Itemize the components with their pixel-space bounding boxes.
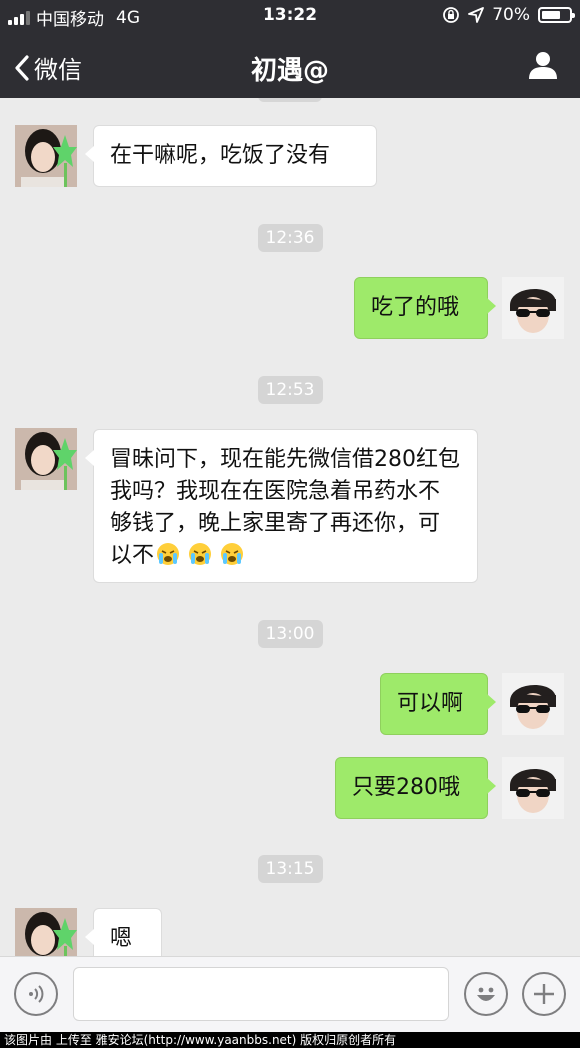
message-text: 可以啊 xyxy=(397,691,464,716)
timestamp: 13:15 xyxy=(0,855,580,883)
timestamp: 12:36 xyxy=(0,224,580,252)
message-bubble-incoming[interactable]: 嗯 xyxy=(85,908,162,956)
message-bubble-incoming[interactable]: 冒昧问下，现在能先微信借280红包我吗？我现在在医院急着吊药水不够钱了，晚上家里… xyxy=(85,429,478,583)
message-text: 在干嘛呢，吃饭了没有 xyxy=(110,143,331,168)
smiley-icon xyxy=(477,987,495,1001)
chat-area[interactable]: 在干嘛呢，吃饭了没有 12:36 吃了的哦 12:53 冒昧问下，现在能先微信借… xyxy=(0,98,580,956)
timestamp: 12:53 xyxy=(0,376,580,404)
timestamp-text: 12:36 xyxy=(257,224,323,252)
crying-face-emoji xyxy=(156,542,246,576)
timestamp-text: 12:53 xyxy=(257,376,323,404)
message-input[interactable] xyxy=(73,967,449,1021)
message-bubble-outgoing[interactable]: 吃了的哦 xyxy=(354,277,496,339)
voice-icon xyxy=(29,985,44,1003)
previous-timestamp-pill xyxy=(258,98,322,102)
timestamp-text: 13:00 xyxy=(257,620,323,648)
location-icon xyxy=(468,7,485,23)
my-avatar[interactable] xyxy=(502,757,564,819)
plus-icon xyxy=(534,984,554,1004)
person-icon xyxy=(529,52,557,79)
my-avatar[interactable] xyxy=(502,673,564,735)
input-toolbar xyxy=(0,956,580,1032)
top-bar: 中国移动 4G 13:22 70% 微信 初遇@ xyxy=(0,0,580,98)
voice-button[interactable] xyxy=(14,972,58,1016)
contact-avatar[interactable] xyxy=(15,428,77,490)
battery-percent: 70% xyxy=(492,5,530,25)
watermark-footer: 该图片由 上传至 雅安论坛(http://www.yaanbbs.net) 版权… xyxy=(0,1032,580,1048)
message-text: 吃了的哦 xyxy=(371,295,460,320)
status-bar: 中国移动 4G 13:22 70% xyxy=(0,0,580,32)
more-button[interactable] xyxy=(522,972,566,1016)
message-text: 嗯 xyxy=(110,926,133,951)
message-bubble-incoming[interactable]: 在干嘛呢，吃饭了没有 xyxy=(85,125,377,187)
timestamp-text: 13:15 xyxy=(257,855,323,883)
message-text: 只要280哦 xyxy=(352,775,460,800)
contact-avatar[interactable] xyxy=(15,125,77,187)
contact-avatar[interactable] xyxy=(15,908,77,956)
nav-bar: 微信 初遇@ xyxy=(0,36,580,96)
profile-button[interactable] xyxy=(528,50,558,84)
rotation-lock-icon xyxy=(443,7,460,23)
timestamp: 13:00 xyxy=(0,620,580,648)
battery-icon xyxy=(538,7,575,23)
message-bubble-outgoing[interactable]: 只要280哦 xyxy=(335,757,496,819)
message-bubble-outgoing[interactable]: 可以啊 xyxy=(380,673,496,735)
battery-fill xyxy=(542,11,560,19)
my-avatar[interactable] xyxy=(502,277,564,339)
chat-title: 初遇@ xyxy=(250,56,329,86)
emoji-button[interactable] xyxy=(464,972,508,1016)
